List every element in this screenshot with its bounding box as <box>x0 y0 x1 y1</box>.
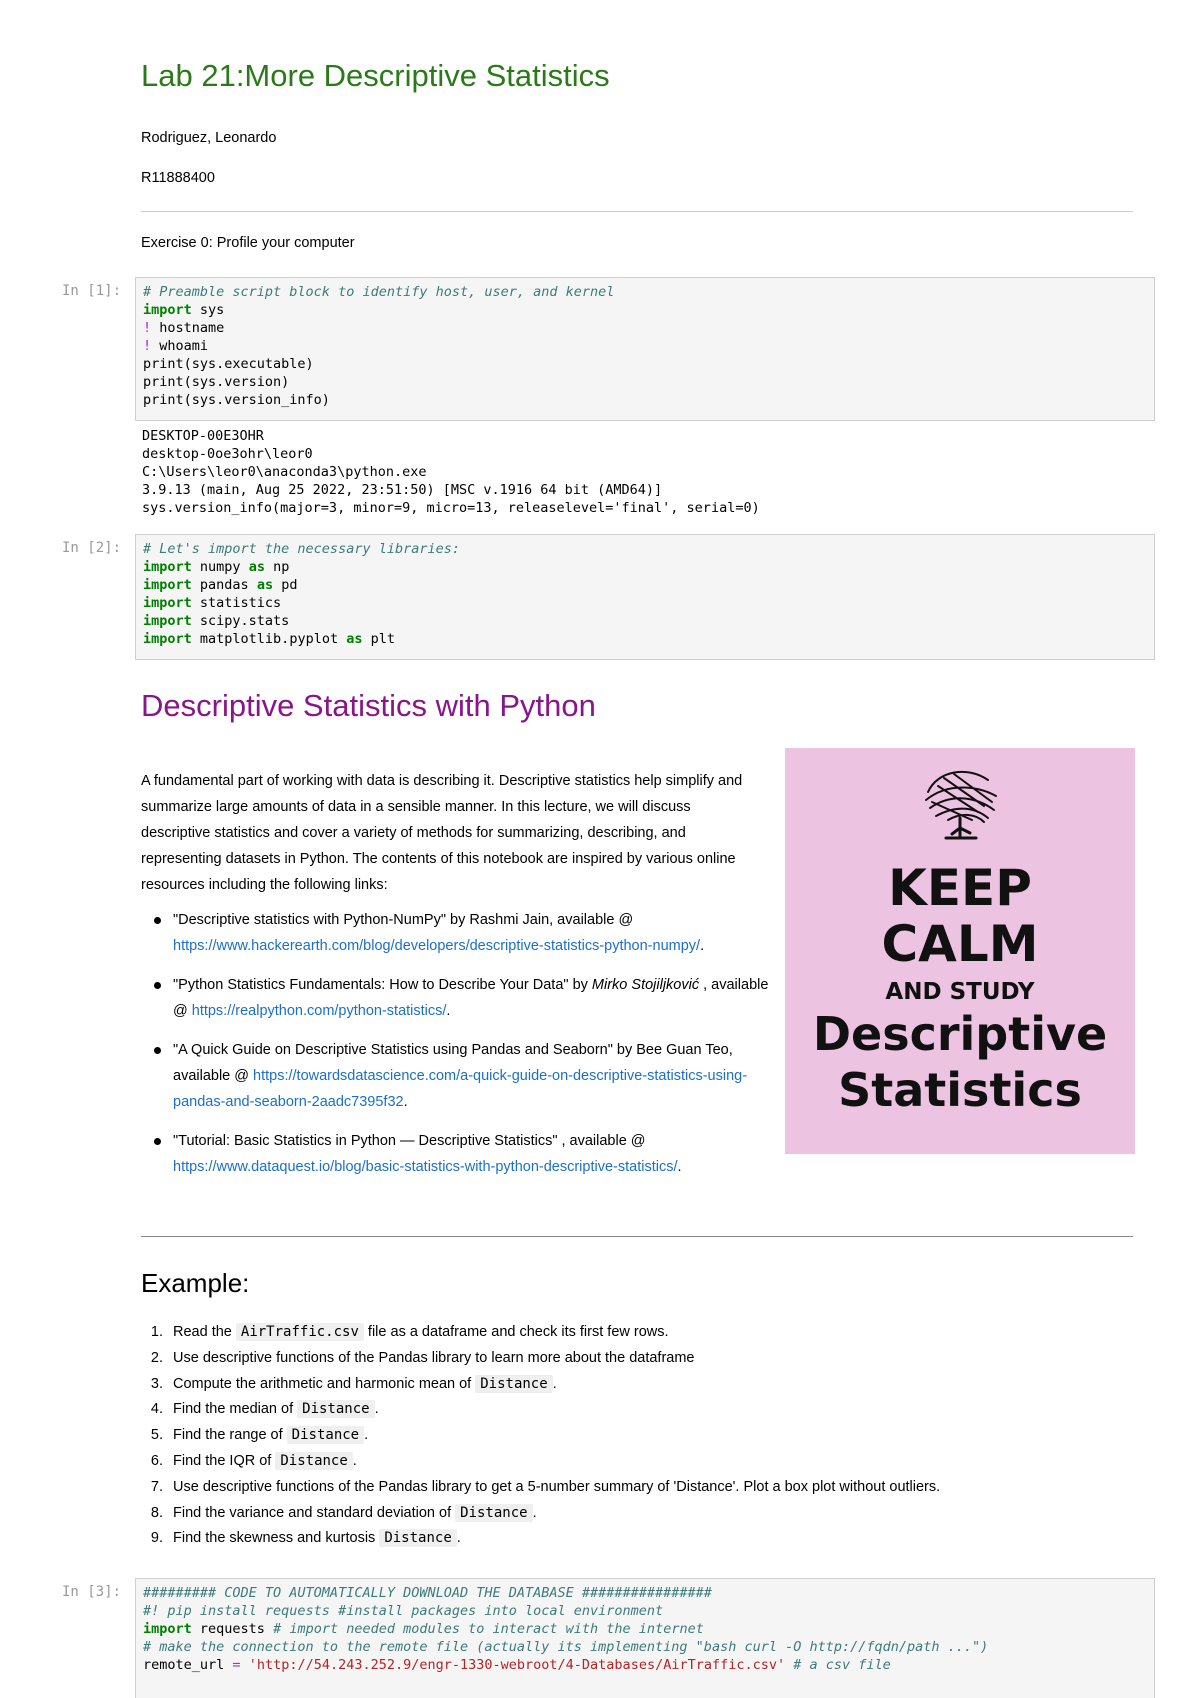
example-steps-list: 1. Read the AirTraffic.csv file as a data… <box>141 1320 940 1552</box>
code-line: #! pip install requests #install package… <box>143 1603 664 1619</box>
step-number: 5. <box>150 1427 163 1444</box>
step-item: 9. Find the skewness and kurtosis Distanc… <box>141 1526 940 1552</box>
step-item: 2. Use descriptive functions of the Panda… <box>141 1346 940 1372</box>
code-line: ######### CODE TO AUTOMATICALLY DOWNLOAD… <box>143 1585 712 1601</box>
code-cell-1[interactable]: # Preamble script block to identify host… <box>135 277 1155 421</box>
step-number: 8. <box>150 1504 163 1521</box>
cell-3-prompt: In [3]: <box>62 1584 122 1600</box>
step-item: 5. Find the range of Distance. <box>141 1423 940 1449</box>
divider <box>141 211 1133 212</box>
code-line: import sys <box>143 302 225 318</box>
step-number: 6. <box>150 1452 163 1469</box>
reference-link[interactable]: https://www.dataquest.io/blog/basic-stat… <box>173 1159 677 1175</box>
code-line: import requests # import needed modules … <box>143 1621 704 1637</box>
step-number: 9. <box>150 1530 163 1547</box>
step-item: 3. Compute the arithmetic and harmonic me… <box>141 1372 940 1398</box>
code-line: remote_url = 'http://54.243.252.9/engr-1… <box>143 1657 891 1673</box>
code-line: # Preamble script block to identify host… <box>143 284 615 300</box>
code-line: print(sys.version) <box>143 374 290 390</box>
cell-2-prompt: In [2]: <box>62 540 122 556</box>
exercise-heading: Exercise 0: Profile your computer <box>141 235 355 251</box>
code-cell-3[interactable]: ######### CODE TO AUTOMATICALLY DOWNLOAD… <box>135 1578 1155 1698</box>
code-line: ! hostname <box>143 320 225 336</box>
cell-1-prompt: In [1]: <box>62 283 122 299</box>
step-number: 7. <box>150 1478 163 1495</box>
divider <box>141 1236 1133 1237</box>
reference-link[interactable]: https://www.hackerearth.com/blog/develop… <box>173 938 700 954</box>
code-line: print(sys.executable) <box>143 356 314 372</box>
code-cell-2[interactable]: # Let's import the necessary libraries: … <box>135 534 1155 660</box>
reference-list: "Descriptive statistics with Python-NumP… <box>141 907 771 1193</box>
inline-code: Distance <box>286 1426 365 1445</box>
code-line: # make the connection to the remote file… <box>143 1639 989 1655</box>
reference-link[interactable]: https://realpython.com/python-statistics… <box>192 1003 447 1019</box>
inline-code: Distance <box>475 1374 553 1393</box>
step-item: 1. Read the AirTraffic.csv file as a data… <box>141 1320 940 1346</box>
step-item: 8. Find the variance and standard deviati… <box>141 1501 940 1527</box>
inline-code: Distance <box>379 1529 457 1548</box>
student-id: R11888400 <box>141 170 215 186</box>
tree-icon <box>925 771 997 840</box>
poster-line-1: KEEP <box>888 859 1032 917</box>
reference-item: "Descriptive statistics with Python-NumP… <box>141 907 771 959</box>
poster-line-5: Statistics <box>838 1063 1082 1117</box>
reference-item: "A Quick Guide on Descriptive Statistics… <box>141 1037 771 1115</box>
step-number: 4. <box>150 1401 163 1418</box>
inline-code: Distance <box>455 1503 533 1522</box>
code-line: import statistics <box>143 595 282 611</box>
code-line: ! whoami <box>143 338 209 354</box>
step-number: 3. <box>150 1375 163 1392</box>
reference-item: "Python Statistics Fundamentals: How to … <box>141 972 771 1024</box>
inline-code: AirTraffic.csv <box>235 1323 364 1341</box>
code-cell-1-source[interactable]: # Preamble script block to identify host… <box>143 283 1147 409</box>
author-name: Rodriguez, Leonardo <box>141 130 277 146</box>
code-cell-2-source[interactable]: # Let's import the necessary libraries: … <box>143 540 1147 648</box>
keep-calm-poster: KEEP CALM AND STUDY Descriptive Statisti… <box>785 748 1135 1154</box>
cell-1-output-text: DESKTOP-00E3OHR desktop-0oe3ohr\leor0 C:… <box>142 428 760 516</box>
poster-line-2: CALM <box>881 915 1039 973</box>
step-item: 7. Use descriptive functions of the Panda… <box>141 1475 940 1501</box>
notebook-page: Lab 21:More Descriptive Statistics Rodri… <box>0 0 1200 1698</box>
reference-item: "Tutorial: Basic Statistics in Python — … <box>141 1128 771 1180</box>
code-cell-3-source[interactable]: ######### CODE TO AUTOMATICALLY DOWNLOAD… <box>143 1584 1147 1674</box>
poster-line-3: AND STUDY <box>885 979 1035 1005</box>
code-line: import numpy as np <box>143 559 290 575</box>
code-line: print(sys.version_info) <box>143 392 330 408</box>
step-number: 2. <box>150 1349 163 1366</box>
step-item: 6. Find the IQR of Distance. <box>141 1449 940 1475</box>
code-line: import pandas as pd <box>143 577 298 593</box>
example-heading: Example: <box>141 1268 250 1298</box>
reference-link[interactable]: https://towardsdatascience.com/a-quick-g… <box>173 1068 747 1110</box>
step-number: 1. <box>150 1324 163 1340</box>
inline-code: Distance <box>275 1451 353 1470</box>
code-line: import scipy.stats <box>143 613 290 629</box>
page-title: Lab 21:More Descriptive Statistics <box>141 58 610 93</box>
code-line: # Let's import the necessary libraries: <box>143 541 460 557</box>
cell-1-output: DESKTOP-00E3OHR desktop-0oe3ohr\leor0 C:… <box>142 427 760 517</box>
section-title: Descriptive Statistics with Python <box>141 688 596 723</box>
intro-paragraph: A fundamental part of working with data … <box>141 773 743 893</box>
code-line: import matplotlib.pyplot as plt <box>143 631 395 647</box>
inline-code: Distance <box>297 1400 375 1419</box>
step-item: 4. Find the median of Distance. <box>141 1397 940 1423</box>
poster-line-4: Descriptive <box>812 1007 1108 1061</box>
